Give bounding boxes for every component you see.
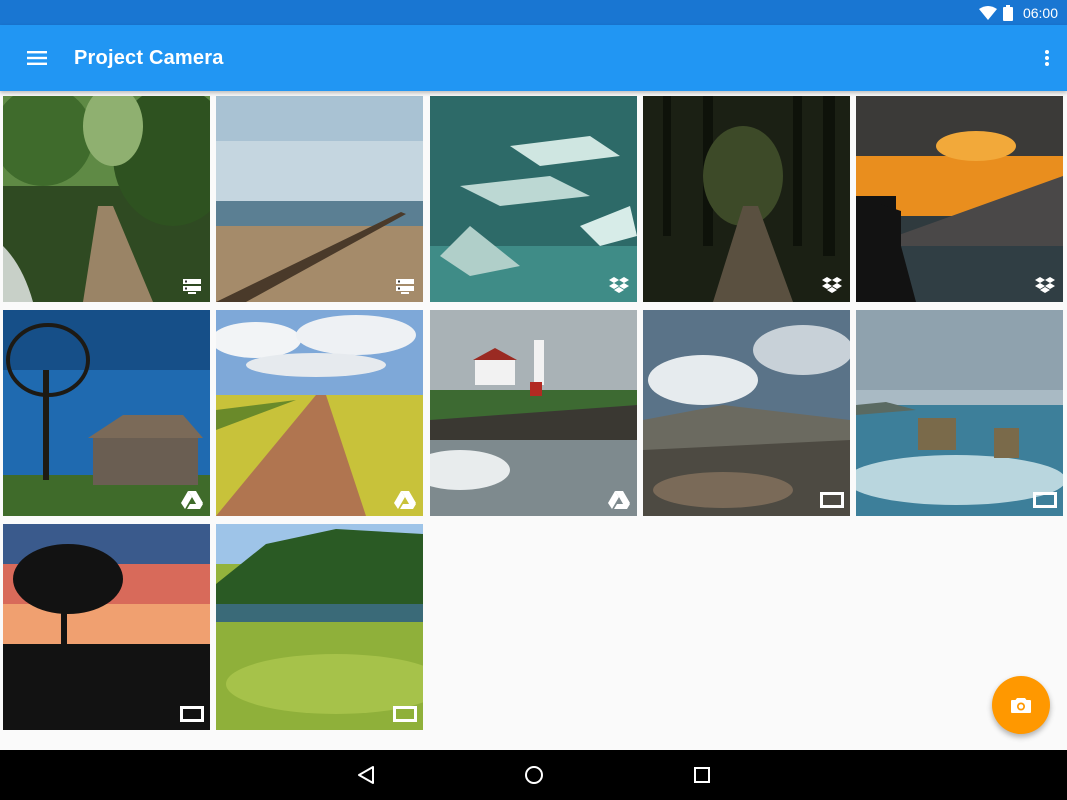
photo-tile[interactable] [216, 524, 423, 730]
source-badge [393, 276, 417, 296]
drive-icon [181, 491, 203, 509]
photo-tile[interactable] [430, 310, 637, 516]
photo-tile[interactable] [643, 310, 850, 516]
dropbox-icon [609, 277, 629, 293]
photo-tile[interactable] [430, 96, 637, 302]
photo-old-barn [3, 310, 210, 516]
dropbox-icon [822, 277, 842, 293]
menu-button[interactable] [0, 25, 74, 91]
photo-lighthouse [430, 310, 637, 516]
menu-icon [27, 51, 47, 65]
navigation-bar [0, 750, 1067, 800]
camera-fab-button[interactable] [992, 676, 1050, 734]
photo-dirt-road-field [216, 310, 423, 516]
photo-tile[interactable] [3, 524, 210, 730]
home-button[interactable] [522, 763, 546, 787]
source-badge [393, 704, 417, 724]
overflow-menu-button[interactable] [1043, 45, 1051, 71]
home-icon [525, 766, 543, 784]
source-badge [180, 490, 204, 510]
source-badge [1033, 276, 1057, 296]
photo-tile[interactable] [3, 310, 210, 516]
photo-stingrays [430, 96, 637, 302]
camera-icon [1011, 698, 1031, 713]
source-badge [607, 276, 631, 296]
server-icon [396, 279, 414, 294]
battery-icon [1002, 4, 1013, 21]
source-badge [1033, 490, 1057, 510]
photo-tile[interactable] [3, 96, 210, 302]
photo-tile[interactable] [216, 310, 423, 516]
source-badge [180, 704, 204, 724]
photo-tile[interactable] [856, 96, 1063, 302]
photo-tile[interactable] [216, 96, 423, 302]
photo-mountain-clouds [643, 310, 850, 516]
recents-icon [694, 767, 710, 783]
source-badge [820, 490, 844, 510]
device-icon [820, 492, 844, 508]
server-icon [183, 279, 201, 294]
source-badge [820, 276, 844, 296]
recents-button[interactable] [690, 763, 714, 787]
app-bar: Project Camera [0, 25, 1067, 91]
more-vert-icon [1045, 50, 1049, 66]
device-icon [1033, 492, 1057, 508]
back-button[interactable] [354, 763, 378, 787]
device-icon [393, 706, 417, 722]
status-time: 06:00 [1022, 4, 1058, 21]
drive-icon [394, 491, 416, 509]
photo-grid [3, 96, 1064, 746]
source-badge [393, 490, 417, 510]
photo-sea-stacks [856, 310, 1063, 516]
photo-sunset-tree [3, 524, 210, 730]
photo-forest-path [3, 96, 210, 302]
photo-sunset-coast [856, 96, 1063, 302]
photo-tile[interactable] [856, 310, 1063, 516]
photo-tile[interactable] [643, 96, 850, 302]
source-badge [180, 276, 204, 296]
back-icon [358, 766, 374, 784]
photo-beach-groyne [216, 96, 423, 302]
status-bar: 06:00 [0, 0, 1067, 25]
dropbox-icon [1035, 277, 1055, 293]
drive-icon [608, 491, 630, 509]
wifi-icon [978, 5, 997, 20]
photo-dark-forest [643, 96, 850, 302]
photo-green-meadow [216, 524, 423, 730]
page-title: Project Camera [74, 46, 224, 69]
source-badge [607, 490, 631, 510]
device-icon [180, 706, 204, 722]
